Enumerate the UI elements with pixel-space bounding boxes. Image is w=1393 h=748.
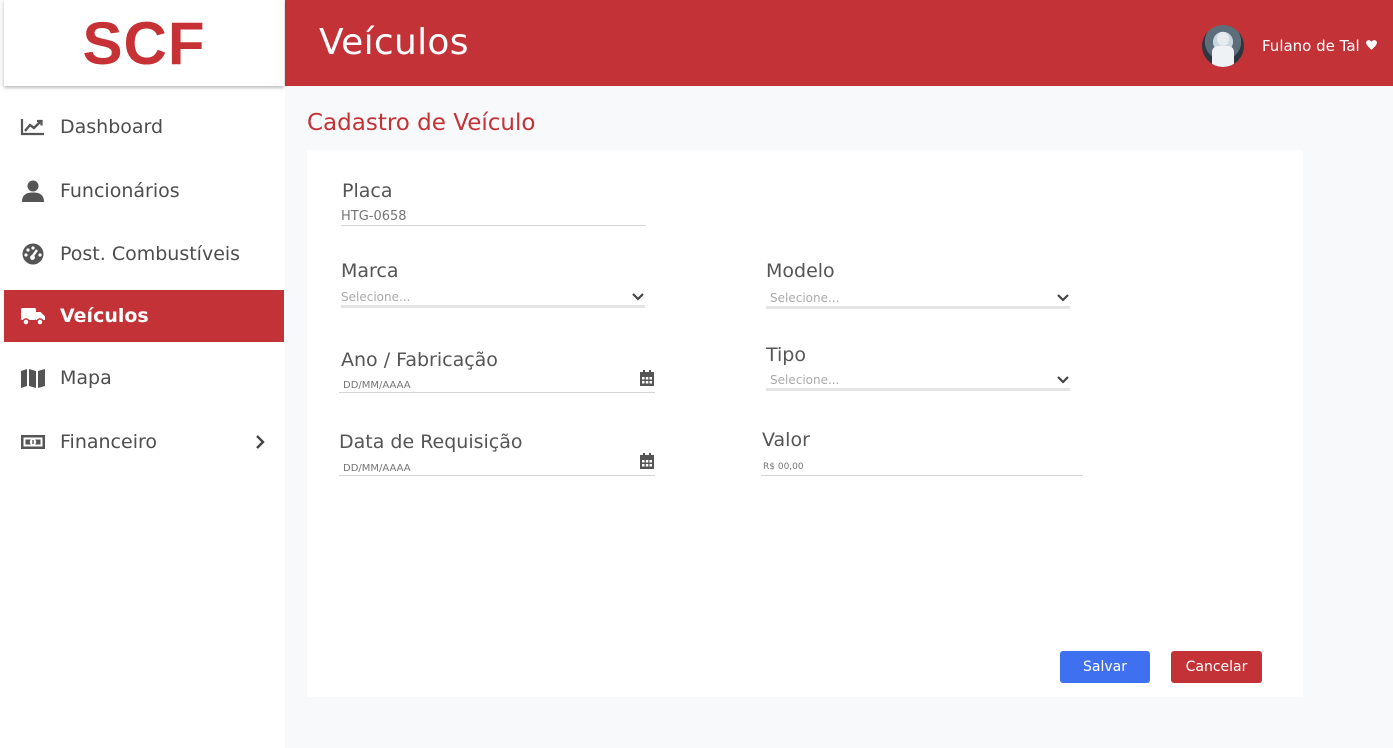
modelo-select[interactable]: Selecione... xyxy=(766,288,1070,309)
calendar-icon[interactable] xyxy=(639,452,655,470)
cancel-button[interactable]: Cancelar xyxy=(1171,651,1262,683)
caret-down-icon[interactable] xyxy=(1365,39,1378,52)
marca-label: Marca xyxy=(341,260,399,282)
user-name[interactable]: Fulano de Tal xyxy=(1262,37,1360,55)
sidebar-item-post-combustiveis[interactable]: Post. Combustíveis xyxy=(4,228,284,280)
sidebar-item-label: Post. Combustíveis xyxy=(60,243,241,265)
chevron-down-icon xyxy=(1057,376,1069,384)
page-title: Cadastro de Veículo xyxy=(307,110,536,136)
chevron-down-icon xyxy=(632,293,644,301)
sidebar-item-financeiro[interactable]: Financeiro xyxy=(4,416,284,468)
ano-fabricacao-label: Ano / Fabricação xyxy=(341,349,498,371)
logo-text: SCF xyxy=(82,9,206,77)
sidebar-item-label: Dashboard xyxy=(60,116,164,138)
modelo-selected-value: Selecione... xyxy=(770,291,840,305)
tipo-label: Tipo xyxy=(766,344,806,366)
sidebar-item-label: Financeiro xyxy=(60,431,157,453)
money-bill-icon xyxy=(20,431,46,453)
tipo-select[interactable]: Selecione... xyxy=(766,370,1070,391)
sidebar-item-label: Veículos xyxy=(60,305,149,327)
sidebar-item-label: Funcionários xyxy=(60,180,180,202)
modelo-label: Modelo xyxy=(766,260,835,282)
sidebar-item-mapa[interactable]: Mapa xyxy=(4,352,284,404)
sidebar-item-veiculos[interactable]: Veículos xyxy=(4,290,284,342)
top-header: Veículos Fulano de Tal xyxy=(285,0,1393,86)
marca-selected-value: Selecione... xyxy=(341,290,411,304)
data-requisicao-label: Data de Requisição xyxy=(339,431,523,453)
calendar-icon[interactable] xyxy=(639,369,655,387)
data-requisicao-input[interactable] xyxy=(339,455,655,476)
sidebar-item-label: Mapa xyxy=(60,367,112,389)
chart-line-icon xyxy=(20,116,46,138)
chevron-down-icon xyxy=(1057,294,1069,302)
user-icon xyxy=(20,180,46,202)
page-header-title: Veículos xyxy=(319,22,469,63)
app-logo[interactable]: SCF xyxy=(4,0,284,86)
gauge-icon xyxy=(20,243,46,265)
truck-icon xyxy=(20,305,46,327)
form-card xyxy=(307,150,1303,697)
marca-select[interactable]: Selecione... xyxy=(341,287,645,308)
sidebar-item-funcionarios[interactable]: Funcionários xyxy=(4,165,284,217)
sidebar: Dashboard Funcionários Post. Combustívei… xyxy=(0,86,285,748)
map-icon xyxy=(20,367,46,389)
chevron-right-icon[interactable] xyxy=(254,432,266,452)
placa-label: Placa xyxy=(342,180,393,202)
user-avatar[interactable] xyxy=(1202,25,1244,67)
ano-fabricacao-input[interactable] xyxy=(339,372,655,393)
save-button[interactable]: Salvar xyxy=(1060,651,1150,683)
placa-input[interactable] xyxy=(341,207,646,226)
sidebar-item-dashboard[interactable]: Dashboard xyxy=(4,101,284,153)
valor-input[interactable] xyxy=(761,452,1083,476)
tipo-selected-value: Selecione... xyxy=(770,373,840,387)
valor-label: Valor xyxy=(762,429,810,451)
